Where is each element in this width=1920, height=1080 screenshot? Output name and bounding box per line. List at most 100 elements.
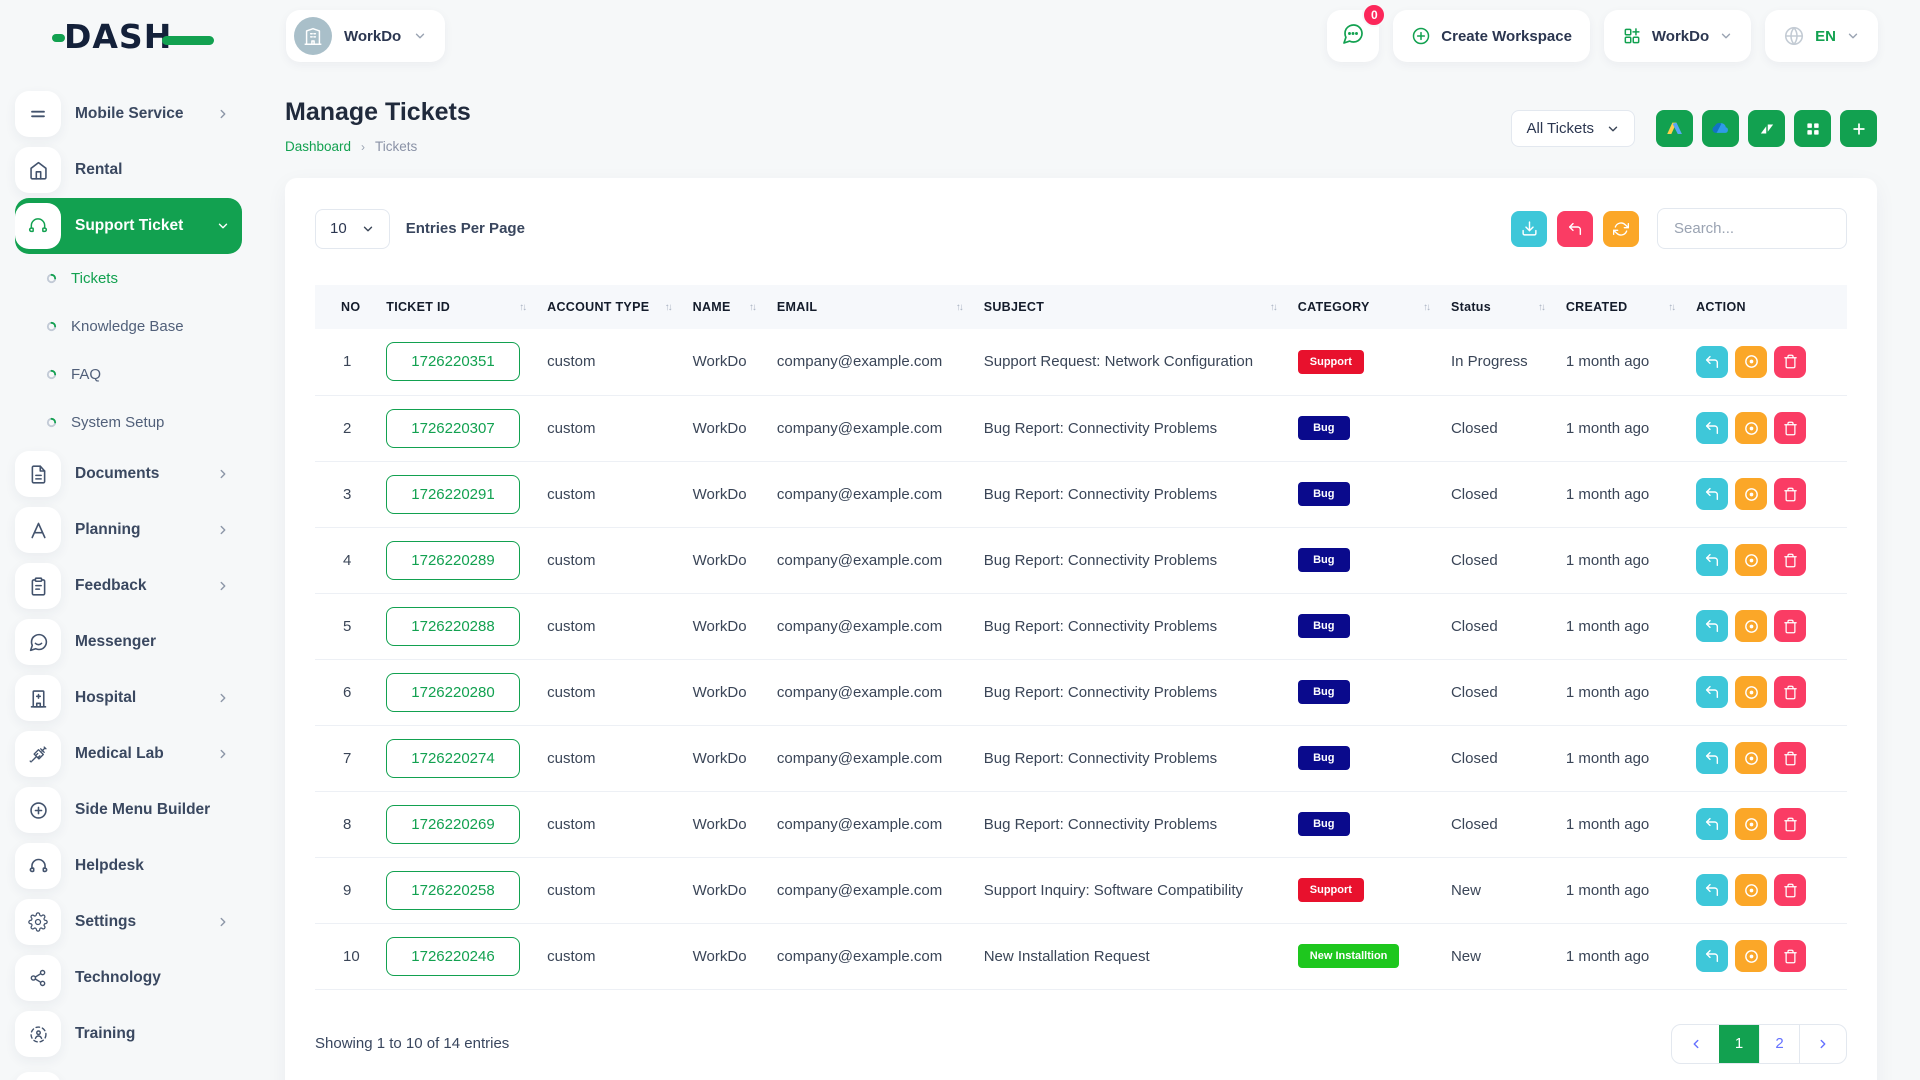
reply-ticket-button[interactable]: [1696, 544, 1728, 576]
sidebar-item-messenger[interactable]: Messenger: [15, 614, 242, 670]
sidebar-item-technology[interactable]: Technology: [15, 950, 242, 1006]
sidebar-item-planning[interactable]: Planning: [15, 502, 242, 558]
messages-button[interactable]: 0: [1327, 10, 1379, 62]
delete-ticket-button[interactable]: [1774, 346, 1806, 378]
column-header-subject[interactable]: SUBJECT↑↓: [974, 285, 1288, 329]
ticket-filter-select[interactable]: All Tickets: [1511, 110, 1635, 147]
grid-view-button[interactable]: [1794, 110, 1831, 147]
ticket-id-badge[interactable]: 1726220246: [386, 937, 519, 976]
view-ticket-button[interactable]: [1735, 676, 1767, 708]
search-input[interactable]: [1657, 208, 1847, 249]
view-ticket-button[interactable]: [1735, 544, 1767, 576]
sidebar-item-settings[interactable]: Settings: [15, 894, 242, 950]
sidebar-subitem-tickets[interactable]: Tickets: [15, 254, 242, 302]
sidebar-item-mobile-service[interactable]: Mobile Service: [15, 86, 242, 142]
ticket-id-badge[interactable]: 1726220258: [386, 871, 519, 910]
pagination-next-button[interactable]: [1799, 1025, 1846, 1063]
export-button[interactable]: [1511, 211, 1547, 247]
column-header-account-type[interactable]: ACCOUNT TYPE↑↓: [537, 285, 683, 329]
cell-created: 1 month ago: [1556, 329, 1686, 395]
delete-ticket-button[interactable]: [1774, 808, 1806, 840]
reply-ticket-button[interactable]: [1696, 940, 1728, 972]
delete-ticket-button[interactable]: [1774, 412, 1806, 444]
sidebar-item-rental[interactable]: Rental: [15, 142, 242, 198]
sidebar-item-support-ticket[interactable]: Support Ticket: [15, 198, 242, 254]
sidebar-item-hospital[interactable]: Hospital: [15, 670, 242, 726]
view-ticket-button[interactable]: [1735, 940, 1767, 972]
reply-ticket-button[interactable]: [1696, 478, 1728, 510]
sort-icon[interactable]: ↑↓: [1423, 302, 1431, 313]
language-selector[interactable]: EN: [1765, 10, 1878, 62]
column-header-status[interactable]: Status↑↓: [1441, 285, 1556, 329]
delete-ticket-button[interactable]: [1774, 544, 1806, 576]
reply-ticket-button[interactable]: [1696, 412, 1728, 444]
ticket-id-badge[interactable]: 1726220351: [386, 342, 519, 381]
column-header-category[interactable]: CATEGORY↑↓: [1288, 285, 1441, 329]
view-ticket-button[interactable]: [1735, 478, 1767, 510]
reply-ticket-button[interactable]: [1696, 874, 1728, 906]
column-header-created[interactable]: CREATED↑↓: [1556, 285, 1686, 329]
undo-button[interactable]: [1557, 211, 1593, 247]
sidebar-item-documents[interactable]: Documents: [15, 446, 242, 502]
create-workspace-button[interactable]: Create Workspace: [1393, 10, 1590, 62]
view-ticket-button[interactable]: [1735, 610, 1767, 642]
view-ticket-button[interactable]: [1735, 346, 1767, 378]
google-drive-button[interactable]: [1656, 110, 1693, 147]
refresh-button[interactable]: [1603, 211, 1639, 247]
reply-ticket-button[interactable]: [1696, 808, 1728, 840]
reply-ticket-button[interactable]: [1696, 742, 1728, 774]
category-badge: Bug: [1298, 746, 1350, 770]
sidebar-item-training[interactable]: Training: [15, 1006, 242, 1062]
sort-icon[interactable]: ↑↓: [1538, 302, 1546, 313]
sort-icon[interactable]: ↑↓: [665, 302, 673, 313]
ticket-id-badge[interactable]: 1726220269: [386, 805, 519, 844]
cell-subject: Support Inquiry: Software Compatibility: [974, 857, 1288, 923]
column-header-ticket-id[interactable]: TICKET ID↑↓: [376, 285, 537, 329]
delete-ticket-button[interactable]: [1774, 676, 1806, 708]
breadcrumb-dashboard-link[interactable]: Dashboard: [285, 139, 351, 154]
column-header-name[interactable]: NAME↑↓: [683, 285, 767, 329]
sidebar-item-helpdesk[interactable]: Helpdesk: [15, 838, 242, 894]
add-ticket-button[interactable]: [1840, 110, 1877, 147]
ticket-id-badge[interactable]: 1726220291: [386, 475, 519, 514]
sort-icon[interactable]: ↑↓: [1668, 302, 1676, 313]
sort-icon[interactable]: ↑↓: [1270, 302, 1278, 313]
undo-icon: [1704, 552, 1720, 568]
onedrive-button[interactable]: [1702, 110, 1739, 147]
delete-ticket-button[interactable]: [1774, 874, 1806, 906]
sidebar-item-feedback[interactable]: Feedback: [15, 558, 242, 614]
workspace-switcher[interactable]: WorkDo: [1604, 10, 1751, 62]
sort-icon[interactable]: ↑↓: [956, 302, 964, 313]
sort-icon[interactable]: ↑↓: [519, 302, 527, 313]
reply-ticket-button[interactable]: [1696, 346, 1728, 378]
reply-ticket-button[interactable]: [1696, 610, 1728, 642]
ticket-id-badge[interactable]: 1726220280: [386, 673, 519, 712]
view-ticket-button[interactable]: [1735, 742, 1767, 774]
ticket-id-badge[interactable]: 1726220274: [386, 739, 519, 778]
sidebar-item-medical-lab[interactable]: Medical Lab: [15, 726, 242, 782]
view-ticket-button[interactable]: [1735, 874, 1767, 906]
reply-ticket-button[interactable]: [1696, 676, 1728, 708]
sidebar-item-side-menu-builder[interactable]: Side Menu Builder: [15, 782, 242, 838]
ticket-id-badge[interactable]: 1726220289: [386, 541, 519, 580]
pagination-page-2[interactable]: 2: [1759, 1025, 1799, 1063]
workspace-selector[interactable]: WorkDo: [286, 10, 445, 62]
ticket-id-badge[interactable]: 1726220288: [386, 607, 519, 646]
pagination-prev-button[interactable]: [1672, 1025, 1719, 1063]
pagination-page-1[interactable]: 1: [1719, 1025, 1759, 1063]
delete-ticket-button[interactable]: [1774, 610, 1806, 642]
ticket-id-badge[interactable]: 1726220307: [386, 409, 519, 448]
delete-ticket-button[interactable]: [1774, 940, 1806, 972]
sort-icon[interactable]: ↑↓: [749, 302, 757, 313]
view-ticket-button[interactable]: [1735, 412, 1767, 444]
sidebar-subitem-faq[interactable]: FAQ: [15, 350, 242, 398]
sidebar-subitem-knowledge-base[interactable]: Knowledge Base: [15, 302, 242, 350]
app-logo[interactable]: DASH: [64, 17, 214, 56]
zendesk-button[interactable]: [1748, 110, 1785, 147]
view-ticket-button[interactable]: [1735, 808, 1767, 840]
delete-ticket-button[interactable]: [1774, 478, 1806, 510]
sidebar-subitem-system-setup[interactable]: System Setup: [15, 398, 242, 446]
entries-per-page-select[interactable]: 10: [315, 209, 390, 249]
delete-ticket-button[interactable]: [1774, 742, 1806, 774]
column-header-email[interactable]: EMAIL↑↓: [767, 285, 974, 329]
